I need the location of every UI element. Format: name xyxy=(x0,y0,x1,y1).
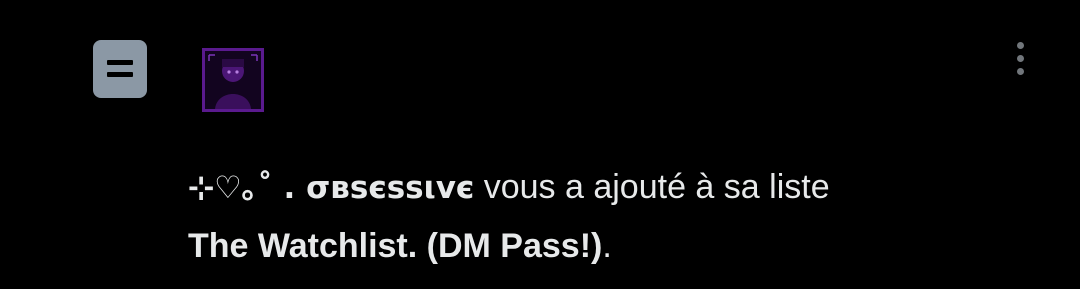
avatar[interactable] xyxy=(202,48,264,112)
notification-message: ⊹♡｡˚ . σвѕєѕѕιvє vous a ajouté à sa list… xyxy=(188,158,1048,275)
action-text: vous a ajouté à sa liste xyxy=(474,168,830,206)
more-options-button[interactable] xyxy=(1004,36,1036,80)
list-name-suffix: . xyxy=(602,227,612,265)
list-name-link[interactable]: The Watchlist. (DM Pass!) xyxy=(188,227,602,265)
more-vertical-icon-dot-3 xyxy=(1016,67,1024,75)
notification-item[interactable]: ⊹♡｡˚ . σвѕєѕѕιvє vous a ajouté à sa list… xyxy=(0,0,1080,289)
user-name-link[interactable]: ⊹♡｡˚ . σвѕєѕѕιvє xyxy=(188,170,474,206)
more-vertical-icon-dot-2 xyxy=(1016,54,1024,62)
list-icon xyxy=(93,40,147,98)
more-vertical-icon xyxy=(1016,41,1024,49)
